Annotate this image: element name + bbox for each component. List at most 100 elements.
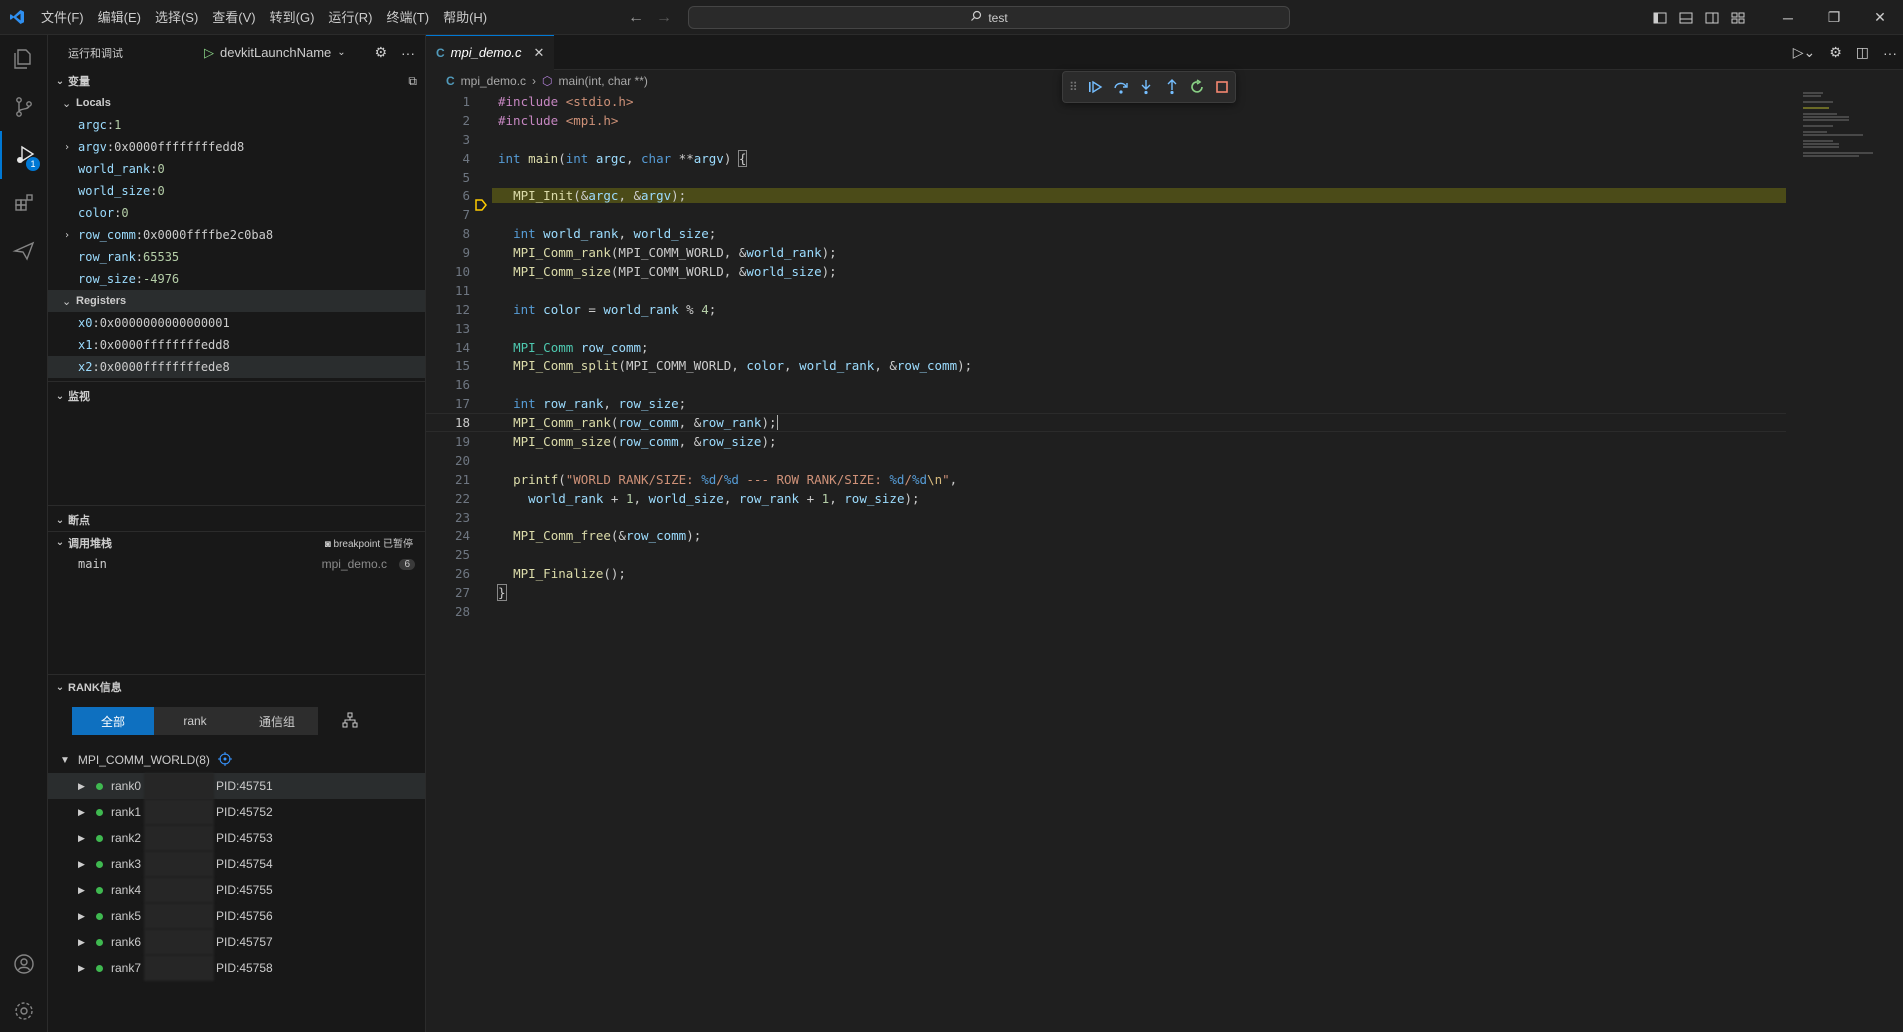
- rank-row[interactable]: ▶ rank2 PID:45753: [48, 825, 425, 851]
- tab-rank[interactable]: rank: [154, 707, 236, 735]
- variable-row[interactable]: row_size: -4976: [48, 268, 425, 290]
- menu-edit[interactable]: 编辑(E): [91, 0, 148, 35]
- rank-pid: PID:45755: [216, 883, 273, 897]
- rank-pid: PID:45752: [216, 805, 273, 819]
- triangle-right-icon[interactable]: ▶: [78, 833, 88, 844]
- variable-row[interactable]: argc: 1: [48, 114, 425, 136]
- menu-go[interactable]: 转到(G): [263, 0, 322, 35]
- debug-count-badge: 1: [26, 157, 40, 171]
- triangle-right-icon[interactable]: ▶: [78, 937, 88, 948]
- code-line: 3: [462, 131, 470, 147]
- rank-name: rank0: [111, 779, 142, 793]
- triangle-right-icon[interactable]: ▶: [78, 807, 88, 818]
- command-center-search[interactable]: test: [688, 6, 1290, 29]
- rank-section-header[interactable]: ⌄ RANK信息: [48, 676, 425, 698]
- customize-layout-icon[interactable]: [1725, 0, 1751, 35]
- menu-selection[interactable]: 选择(S): [148, 0, 205, 35]
- code-line: 25: [454, 547, 470, 563]
- redacted-host: [144, 903, 214, 929]
- symbol-method-icon: ⬡: [542, 74, 553, 88]
- triangle-right-icon[interactable]: ▶: [78, 963, 88, 974]
- rank-pid: PID:45756: [216, 909, 273, 923]
- variable-row[interactable]: › argv: 0x0000ffffffffedd8: [48, 136, 425, 158]
- debug-settings-gear-icon[interactable]: ⚙: [374, 44, 387, 61]
- editor-settings-gear-icon[interactable]: ⚙: [1829, 44, 1842, 61]
- target-locate-icon[interactable]: [217, 751, 232, 769]
- menu-run[interactable]: 运行(R): [321, 0, 379, 35]
- chevron-down-icon: ⌄: [55, 681, 65, 693]
- locals-scope[interactable]: ⌄ Locals: [48, 92, 425, 114]
- more-actions-icon[interactable]: ···: [401, 45, 415, 61]
- triangle-right-icon[interactable]: ▶: [78, 859, 88, 870]
- chevron-right-icon[interactable]: ›: [64, 142, 78, 153]
- variables-section-header[interactable]: ⌄ 变量 ⧉: [48, 70, 425, 92]
- variable-row[interactable]: x2: 0x0000ffffffffede8: [48, 356, 425, 378]
- code-editor[interactable]: 1 #include <stdio.h> 2 #include <mpi.h> 3 …: [426, 92, 1786, 621]
- menu-view[interactable]: 查看(V): [205, 0, 262, 35]
- close-window-icon[interactable]: ✕: [1857, 0, 1903, 35]
- send-icon[interactable]: [0, 227, 48, 275]
- menu-help[interactable]: 帮助(H): [436, 0, 494, 35]
- launch-config-selector[interactable]: ▷ devkitLaunchName ⌄: [204, 35, 346, 70]
- toggle-primary-sidebar-icon[interactable]: [1647, 0, 1673, 35]
- restore-icon[interactable]: ❐: [1811, 0, 1857, 35]
- minimize-icon[interactable]: ─: [1765, 0, 1811, 35]
- comm-group-row[interactable]: ▼ MPI_COMM_WORLD(8): [48, 747, 425, 773]
- breakpoints-section-header[interactable]: ⌄ 断点: [48, 509, 425, 531]
- code-line-paused: 6 MPI_Init(&argc, &argv);: [426, 186, 1786, 211]
- editor-more-icon[interactable]: ···: [1883, 45, 1897, 61]
- tab-comm-group[interactable]: 通信组: [236, 707, 318, 735]
- variable-row[interactable]: world_rank: 0: [48, 158, 425, 180]
- forward-arrow-icon[interactable]: →: [656, 9, 672, 27]
- rank-row[interactable]: ▶ rank4 PID:45755: [48, 877, 425, 903]
- rank-filter-tabs: 全部 rank 通信组: [72, 707, 318, 735]
- triangle-right-icon[interactable]: ▶: [78, 911, 88, 922]
- registers-scope[interactable]: ⌄ Registers: [48, 290, 425, 312]
- close-tab-icon[interactable]: ✕: [533, 45, 544, 61]
- menu-file[interactable]: 文件(F): [34, 0, 91, 35]
- triangle-right-icon[interactable]: ▶: [78, 781, 88, 792]
- topology-icon[interactable]: [342, 712, 358, 731]
- tab-all[interactable]: 全部: [72, 707, 154, 735]
- variable-row[interactable]: x0: 0x0000000000000001: [48, 312, 425, 334]
- rank-row[interactable]: ▶ rank0 PID:45751: [48, 773, 425, 799]
- variable-row[interactable]: color: 0: [48, 202, 425, 224]
- callstack-section-header[interactable]: ⌄ 调用堆栈 ◙ breakpoint 已暂停: [48, 531, 425, 553]
- variable-name: world_size: [78, 184, 151, 198]
- account-icon[interactable]: [0, 940, 48, 988]
- settings-gear-icon[interactable]: [0, 987, 48, 1032]
- rank-row[interactable]: ▶ rank5 PID:45756: [48, 903, 425, 929]
- variable-row[interactable]: › row_comm: 0x0000ffffbe2c0ba8: [48, 224, 425, 246]
- toggle-panel-icon[interactable]: [1673, 0, 1699, 35]
- extensions-icon[interactable]: [0, 179, 48, 227]
- breadcrumb-file[interactable]: mpi_demo.c: [461, 74, 526, 88]
- rank-row[interactable]: ▶ rank3 PID:45754: [48, 851, 425, 877]
- run-debug-dropdown-icon[interactable]: ▷⌄: [1793, 44, 1816, 61]
- variable-row[interactable]: world_size: 0: [48, 180, 425, 202]
- split-editor-icon[interactable]: ◫: [1856, 44, 1869, 61]
- chevron-down-icon: ⌄: [62, 97, 72, 110]
- callstack-frame[interactable]: main mpi_demo.c 6: [48, 553, 425, 575]
- watch-section-header[interactable]: ⌄ 监视: [48, 385, 425, 407]
- breadcrumb-symbol[interactable]: main(int, char **): [559, 74, 648, 88]
- chevron-right-icon[interactable]: ›: [64, 230, 78, 241]
- start-debug-icon[interactable]: ▷: [204, 45, 214, 61]
- toggle-secondary-sidebar-icon[interactable]: [1699, 0, 1725, 35]
- rank-row[interactable]: ▶ rank6 PID:45757: [48, 929, 425, 955]
- variable-row[interactable]: row_rank: 65535: [48, 246, 425, 268]
- minimap[interactable]: [1803, 92, 1883, 162]
- collapse-all-icon[interactable]: ⧉: [408, 74, 417, 89]
- rank-row[interactable]: ▶ rank1 PID:45752: [48, 799, 425, 825]
- explorer-icon[interactable]: [0, 35, 48, 83]
- variable-value: 0: [157, 184, 165, 198]
- triangle-right-icon[interactable]: ▶: [78, 885, 88, 896]
- variable-row[interactable]: x1: 0x0000ffffffffedd8: [48, 334, 425, 356]
- redacted-host: [144, 877, 214, 903]
- search-icon: [970, 10, 982, 25]
- run-debug-icon[interactable]: 1: [0, 131, 48, 179]
- rank-row[interactable]: ▶ rank7 PID:45758: [48, 955, 425, 981]
- source-control-icon[interactable]: [0, 83, 48, 131]
- menu-terminal[interactable]: 终端(T): [379, 0, 436, 35]
- tab-mpi-demo[interactable]: C mpi_demo.c ✕: [426, 34, 555, 70]
- back-arrow-icon[interactable]: ←: [628, 9, 644, 27]
